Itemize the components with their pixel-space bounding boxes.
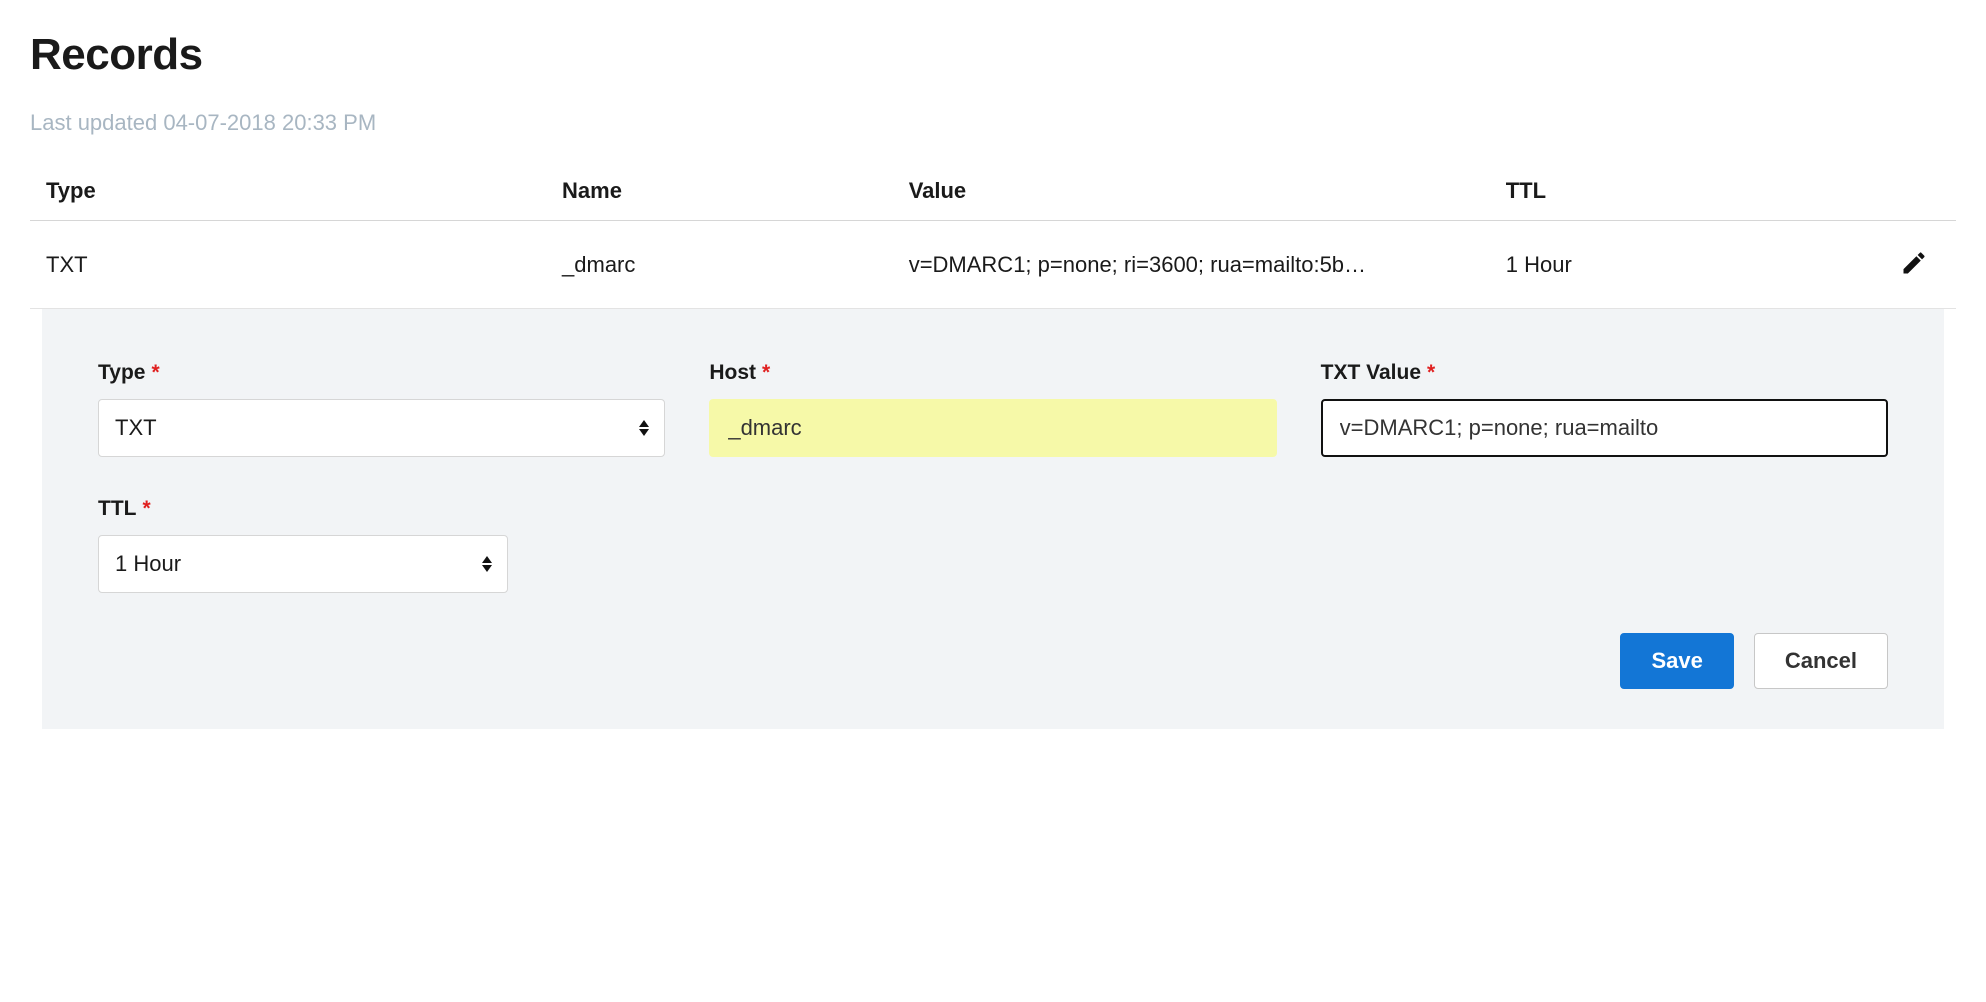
last-updated: Last updated 04-07-2018 20:33 PM xyxy=(30,110,1956,136)
cell-ttl: 1 Hour xyxy=(1494,221,1821,309)
pencil-icon xyxy=(1900,265,1928,280)
col-header-name: Name xyxy=(550,166,897,221)
type-select-value: TXT xyxy=(115,415,157,441)
cell-name: _dmarc xyxy=(550,221,897,309)
page-title: Records xyxy=(30,30,1956,80)
host-input[interactable] xyxy=(726,400,1259,456)
col-header-ttl: TTL xyxy=(1494,166,1821,221)
field-type: Type* TXT xyxy=(98,361,665,457)
table-row: TXT _dmarc v=DMARC1; p=none; ri=3600; ru… xyxy=(30,221,1956,309)
field-host: Host* xyxy=(709,361,1276,457)
col-header-action xyxy=(1821,166,1956,221)
label-txt-value: TXT Value* xyxy=(1321,361,1888,385)
cell-value: v=DMARC1; p=none; ri=3600; rua=mailto:5b… xyxy=(897,221,1494,309)
cell-type: TXT xyxy=(30,221,550,309)
edit-button[interactable] xyxy=(1896,245,1932,284)
field-txt-value: TXT Value* xyxy=(1321,361,1888,457)
edit-record-panel: Type* TXT Host* TXT Value* xyxy=(42,309,1944,729)
txt-value-input[interactable] xyxy=(1338,401,1871,455)
save-button[interactable]: Save xyxy=(1620,633,1733,689)
type-select[interactable]: TXT xyxy=(98,399,665,457)
label-ttl: TTL* xyxy=(98,497,508,521)
records-table: Type Name Value TTL TXT _dmarc v=DMARC1;… xyxy=(30,166,1956,309)
field-ttl: TTL* 1 Hour xyxy=(98,497,508,593)
table-header-row: Type Name Value TTL xyxy=(30,166,1956,221)
ttl-select[interactable]: 1 Hour xyxy=(98,535,508,593)
label-host: Host* xyxy=(709,361,1276,385)
cancel-button[interactable]: Cancel xyxy=(1754,633,1888,689)
host-input-wrapper xyxy=(709,399,1276,457)
updown-icon xyxy=(638,420,650,436)
ttl-select-value: 1 Hour xyxy=(115,551,181,577)
updown-icon xyxy=(481,556,493,572)
txt-value-input-wrapper xyxy=(1321,399,1888,457)
col-header-type: Type xyxy=(30,166,550,221)
label-type: Type* xyxy=(98,361,665,385)
col-header-value: Value xyxy=(897,166,1494,221)
